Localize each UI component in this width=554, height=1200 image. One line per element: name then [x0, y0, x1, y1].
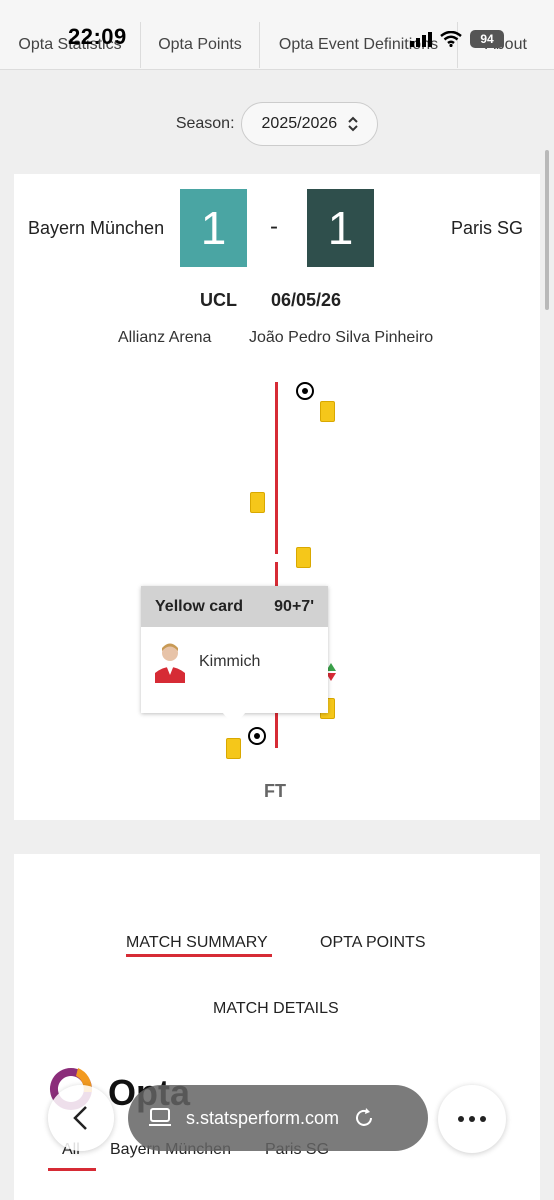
yellow-card-icon[interactable]: [296, 547, 311, 568]
yellow-card-icon[interactable]: [250, 492, 265, 513]
dot-icon: [458, 1116, 464, 1122]
season-dropdown[interactable]: 2025/2026: [240, 102, 379, 146]
referee: João Pedro Silva Pinheiro: [249, 329, 434, 346]
competition: UCL: [200, 290, 237, 310]
chevron-up-down-icon: [348, 116, 358, 132]
tooltip-pointer: [222, 712, 246, 726]
away-team-name: Paris SG: [451, 218, 524, 238]
tooltip-header: Yellow card 90+7': [141, 586, 328, 627]
dot-icon: [480, 1116, 486, 1122]
season-selector: Season: 2025/2026: [0, 102, 554, 146]
signal-icon: [410, 32, 432, 47]
back-button[interactable]: [48, 1085, 114, 1151]
timeline-first-half: [275, 382, 278, 554]
yellow-card-icon[interactable]: [320, 401, 335, 422]
away-score: 1: [307, 189, 374, 267]
chevron-left-icon: [73, 1106, 87, 1130]
more-options-button[interactable]: [438, 1085, 506, 1153]
dot-icon: [469, 1116, 475, 1122]
address-bar[interactable]: s.statsperform.com: [128, 1085, 428, 1151]
tooltip-event: Yellow card: [155, 597, 244, 615]
player-avatar: [155, 641, 185, 683]
status-icons: 94: [410, 30, 504, 48]
goal-icon[interactable]: [296, 382, 314, 400]
match-date: 06/05/26: [271, 290, 342, 310]
home-score: 1: [180, 189, 247, 267]
season-label: Season:: [175, 115, 235, 132]
tab-opta-points[interactable]: Opta Points: [141, 22, 260, 68]
status-time: 22:09: [68, 24, 127, 49]
home-team-name: Bayern München: [28, 218, 165, 238]
active-tab-underline: [126, 954, 272, 957]
url-text: s.statsperform.com: [186, 1107, 340, 1128]
goal-icon[interactable]: [248, 727, 266, 745]
active-filter-underline: [48, 1168, 96, 1171]
full-time-label: FT: [264, 781, 286, 801]
tab-match-details[interactable]: MATCH DETAILS: [213, 1000, 339, 1018]
battery-icon: 94: [470, 30, 504, 48]
tab-match-summary[interactable]: MATCH SUMMARY: [126, 934, 268, 952]
tabs-icon: [149, 1108, 171, 1126]
event-tooltip: Yellow card 90+7' Kimmich: [141, 586, 328, 713]
tooltip-body: Kimmich: [141, 627, 328, 697]
scrollbar[interactable]: [545, 150, 549, 310]
yellow-card-icon[interactable]: [226, 738, 241, 759]
tab-opta-points-summary[interactable]: OPTA POINTS: [320, 934, 426, 952]
reload-icon[interactable]: [353, 1107, 375, 1129]
venue: Allianz Arena: [118, 329, 212, 346]
tab-label: Opta Points: [158, 36, 242, 53]
wifi-icon: [440, 31, 462, 47]
season-value: 2025/2026: [261, 115, 338, 132]
tooltip-player: Kimmich: [199, 653, 261, 670]
tooltip-minute: 90+7': [274, 597, 314, 615]
score-separator: -: [270, 213, 278, 240]
